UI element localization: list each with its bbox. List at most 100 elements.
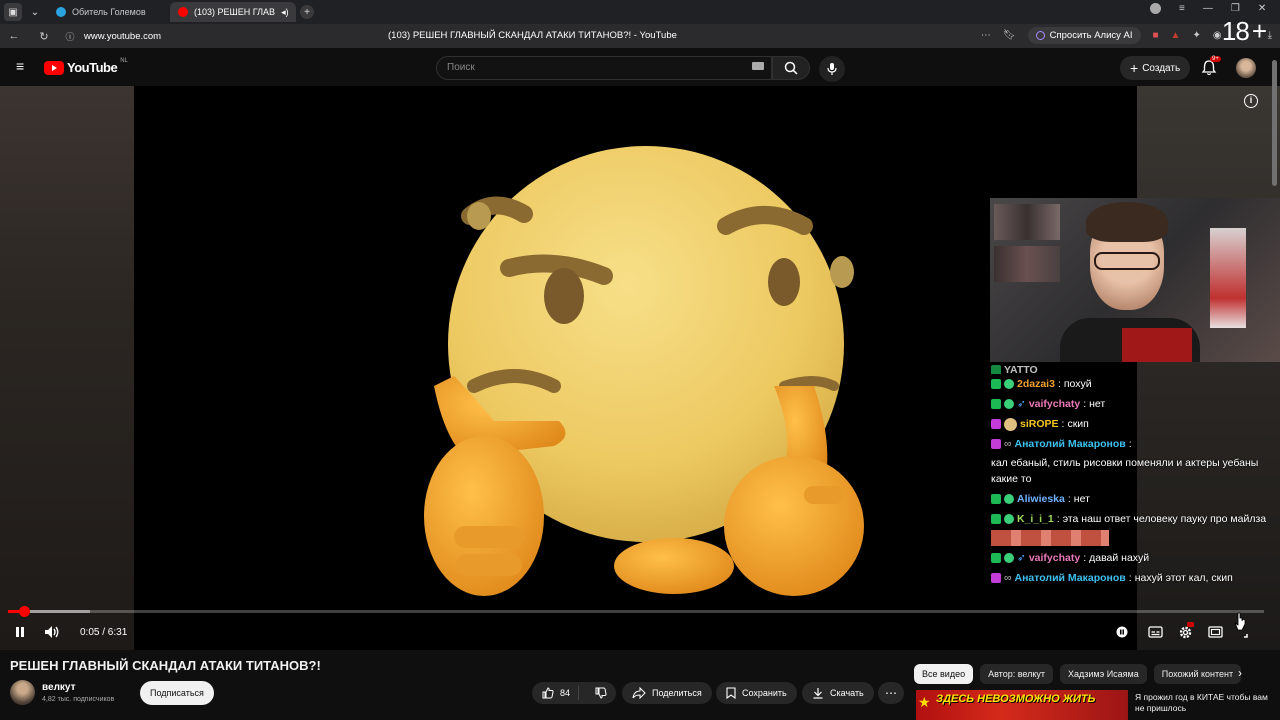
share-label: Поделиться (652, 688, 702, 698)
chat-message: K_i_i_1: эта наш ответ человеку пауку пр… (988, 509, 1280, 548)
chat-text: похуй (1063, 378, 1092, 390)
menu-icon[interactable]: ≡ (1179, 3, 1185, 14)
site-info-icon[interactable]: ⓘ (62, 30, 78, 43)
keyboard-icon[interactable] (752, 62, 764, 70)
player-controls: 0:05 / 6:31 (0, 612, 1280, 644)
new-tab-button[interactable]: + (300, 5, 314, 19)
hamburger-menu-icon[interactable]: ≡ (16, 59, 28, 73)
url-field[interactable]: www.youtube.com (84, 31, 161, 42)
voice-search-button[interactable] (819, 56, 845, 82)
theater-mode-button[interactable] (1207, 624, 1223, 640)
extension-icon[interactable]: ■ (1153, 30, 1159, 41)
tab-obitel[interactable]: Обитель Големов (48, 2, 166, 22)
chip-similar-content[interactable]: Похожий контент (1153, 664, 1242, 684)
platform-badge-icon (991, 419, 1001, 429)
puzzle-extensions-icon[interactable]: ✦ (1192, 30, 1200, 41)
chat-username: vaifychaty (1028, 552, 1081, 564)
back-icon[interactable]: ← (6, 30, 22, 42)
chip-all-videos[interactable]: Все видео (914, 664, 974, 684)
page-scrollbar[interactable] (1272, 60, 1277, 186)
autoplay-toggle[interactable] (1114, 624, 1130, 640)
video-player[interactable]: YATTO 2dazai3: похуй ➶ vaifychaty: нет s… (0, 86, 1280, 650)
chip-by-author[interactable]: Автор: велкут (980, 664, 1054, 684)
heart-badge-icon (1004, 514, 1014, 524)
chat-text: кал ебаный, стиль рисовки поменяли и акт… (991, 457, 1259, 485)
extension-icon[interactable]: ▲ (1171, 30, 1181, 41)
progress-bar[interactable] (8, 606, 1264, 617)
tab-label: (103) РЕШЕН ГЛАВ (194, 7, 276, 17)
like-count: 84 (560, 688, 571, 698)
ask-alice-button[interactable]: Спросить Алису AI (1027, 27, 1141, 44)
thinking-emoji-image (424, 146, 864, 596)
download-button[interactable]: Скачать (802, 682, 874, 704)
heart-badge-icon (1004, 553, 1014, 563)
video-info-icon[interactable]: i (1244, 94, 1258, 108)
channel-name[interactable]: велкут (42, 682, 76, 693)
heart-badge-icon (1004, 379, 1014, 389)
bookmark-icon[interactable]: 🔖︎ (1003, 30, 1016, 41)
dislike-button[interactable] (585, 687, 617, 699)
tab-youtube-video[interactable]: (103) РЕШЕН ГЛАВ ◂) ✕ (170, 2, 296, 22)
youtube-favicon-icon (178, 7, 188, 17)
notification-badge: 9+ (1210, 56, 1221, 62)
chip-hajime-isayama[interactable]: Хадзимэ Исаяма (1060, 664, 1147, 684)
downloads-icon[interactable]: ⤓ (1268, 30, 1272, 41)
chevron-right-icon[interactable]: › (1238, 666, 1242, 680)
overlay-number-text: 18 (1221, 16, 1250, 46)
share-button[interactable]: Поделиться (622, 682, 712, 704)
address-bar: ← ↻ ⓘ www.youtube.com (103) РЕШЕН ГЛАВНЫ… (0, 24, 1280, 48)
restore-icon[interactable]: ❐ (1231, 3, 1240, 14)
channel-avatar[interactable] (10, 680, 35, 705)
browser-menu-icon[interactable]: ▣ (4, 3, 22, 21)
logo-text: YouTube (67, 60, 118, 75)
save-button[interactable]: Сохранить (716, 682, 797, 704)
plus-icon: + (1130, 60, 1139, 76)
extension-icon[interactable]: ◉ (1213, 30, 1222, 41)
youtube-play-logo-icon (44, 60, 64, 75)
chat-username: Анатолий Макаронов (1014, 438, 1126, 450)
close-window-icon[interactable]: ✕ (1258, 3, 1266, 14)
recommendation-thumbnail[interactable]: ★ ЗДЕСЬ НЕВОЗМОЖНО ЖИТЬ (916, 690, 1128, 720)
search-button[interactable] (772, 56, 810, 80)
subscribe-button[interactable]: Подписаться (140, 681, 214, 705)
stream-chat-overlay: YATTO 2dazai3: похуй ➶ vaifychaty: нет s… (988, 362, 1280, 584)
subscriber-count: 4,82 тыс. подписчиков (42, 696, 115, 703)
ambient-glow-left (0, 86, 134, 650)
video-frame[interactable] (134, 86, 1137, 650)
window-controls: ≡ — ❐ ✕ (1150, 3, 1266, 14)
search-input[interactable]: Поиск (436, 56, 772, 80)
glasses-badge-icon: ∞ (1004, 572, 1012, 584)
recommendation-title[interactable]: Я прожил год в КИТАЕ чтобы вам не пришло… (1135, 692, 1275, 714)
volume-button[interactable] (44, 624, 60, 640)
microphone-icon (827, 63, 837, 75)
chat-text: эта наш ответ человеку пауку про майлза (1062, 513, 1267, 525)
webcam-poster (1210, 228, 1246, 328)
more-actions-button[interactable]: ⋯ (878, 682, 904, 704)
more-horizontal-icon: ⋯ (885, 686, 897, 700)
subtitles-button[interactable] (1147, 624, 1163, 640)
more-dots-icon[interactable]: ⋯ (981, 30, 991, 41)
platform-badge-icon (991, 553, 1001, 563)
minimize-icon[interactable]: — (1203, 3, 1213, 14)
heart-badge-icon (1004, 399, 1014, 409)
sword-badge-icon: ➶ (1017, 398, 1026, 410)
chat-message: YATTO (988, 362, 1280, 374)
platform-badge-icon (991, 399, 1001, 409)
save-bookmark-icon (726, 687, 736, 699)
save-label: Сохранить (742, 688, 787, 698)
reload-icon[interactable]: ↻ (36, 30, 52, 43)
youtube-logo[interactable]: YouTube NL (44, 58, 128, 75)
thumbs-down-icon (595, 687, 607, 699)
profile-icon[interactable] (1150, 3, 1161, 14)
recommendation-chips: Все видео Автор: велкут Хадзимэ Исаяма П… (914, 664, 1254, 684)
chat-username: Aliwieska (1017, 493, 1065, 505)
tab-list-chevron-icon[interactable]: ⌄ (26, 3, 44, 21)
platform-badge-icon (991, 365, 1001, 374)
settings-button[interactable] (1177, 622, 1194, 640)
mouse-cursor-icon (1234, 612, 1246, 631)
like-button[interactable]: 84 (532, 686, 580, 700)
share-icon (632, 687, 646, 699)
pause-button[interactable] (12, 624, 28, 640)
account-avatar[interactable] (1236, 58, 1256, 78)
create-button[interactable]: + Создать (1120, 56, 1191, 80)
